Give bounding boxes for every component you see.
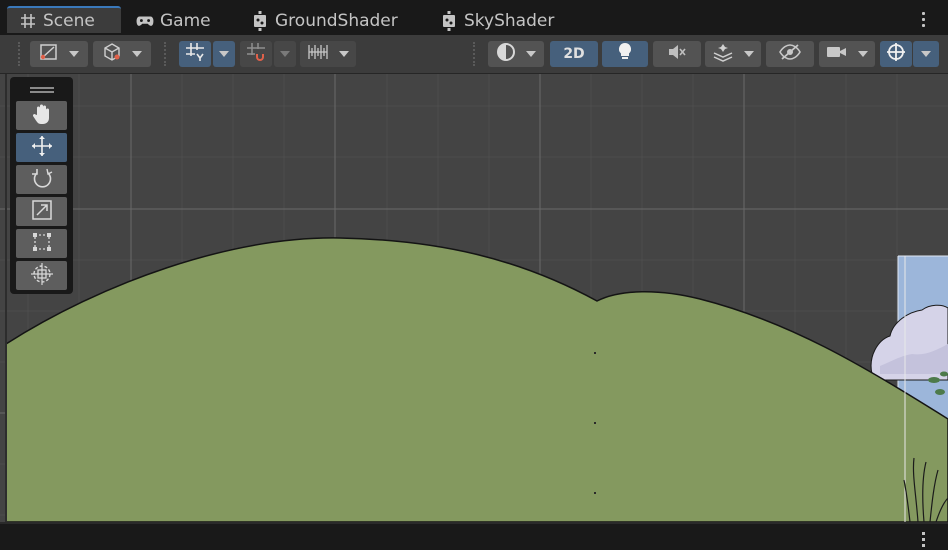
tab-game[interactable]: Game	[136, 6, 211, 35]
tab-bar: Scene Game GroundShader SkyShader	[0, 0, 948, 35]
toolbar-grip[interactable]	[164, 42, 168, 66]
scene-canvas	[0, 74, 948, 522]
tab-label: SkyShader	[464, 10, 555, 31]
gizmos-toggle[interactable]	[880, 41, 912, 67]
cloud	[870, 304, 948, 381]
chevron-down-icon	[132, 51, 142, 57]
rotate-tool[interactable]	[16, 165, 67, 194]
camera-settings-dropdown[interactable]	[819, 41, 875, 67]
hand-tool[interactable]	[16, 101, 67, 130]
drag-handle-icon[interactable]	[30, 87, 54, 89]
render-mode-dropdown[interactable]	[488, 41, 544, 67]
shader-graph-icon	[251, 10, 269, 31]
sphere-icon	[496, 42, 516, 66]
scale-icon	[31, 199, 53, 225]
tab-scene[interactable]: Scene	[7, 6, 121, 33]
cube-icon	[102, 42, 122, 66]
more-options-icon[interactable]	[922, 532, 926, 550]
mode-2d-label: 2D	[563, 46, 585, 62]
gamepad-icon	[136, 12, 154, 30]
chevron-down-icon	[339, 51, 349, 57]
shader-graph-icon	[440, 10, 458, 31]
magnet-grid-icon	[246, 42, 266, 66]
increment-snap-toggle[interactable]	[240, 41, 272, 67]
tab-skyshader[interactable]: SkyShader	[440, 6, 554, 35]
rotate-icon	[31, 167, 53, 193]
rect-transform-icon	[31, 231, 53, 257]
scene-toolbar: 2D	[0, 35, 948, 74]
chevron-down-icon	[858, 51, 868, 57]
tab-label: Scene	[43, 10, 95, 31]
grid-snap-toggle[interactable]	[179, 41, 211, 67]
rect-tool[interactable]	[16, 229, 67, 258]
transform-tool[interactable]	[16, 261, 67, 290]
snap-settings-dropdown[interactable]	[300, 41, 356, 67]
audio-muted-icon	[667, 43, 687, 65]
chevron-down-icon	[526, 51, 536, 57]
draw-mode-icon	[39, 43, 59, 65]
move-arrows-icon	[30, 134, 54, 162]
toolbar-grip[interactable]	[473, 42, 477, 66]
chevron-down-icon	[280, 51, 290, 57]
scene-viewport[interactable]	[0, 74, 948, 522]
grid-snap-dropdown[interactable]	[213, 41, 235, 67]
shading-mode-dropdown[interactable]	[93, 41, 151, 67]
chevron-down-icon	[744, 51, 754, 57]
scene-visibility-toggle[interactable]	[766, 41, 814, 67]
grid-snap-icon	[185, 42, 205, 66]
effects-dropdown[interactable]	[705, 41, 761, 67]
more-options-icon[interactable]	[922, 12, 926, 30]
tab-label: Game	[160, 10, 211, 31]
chevron-down-icon	[219, 51, 229, 57]
tool-palette	[10, 77, 73, 294]
lighting-toggle[interactable]	[602, 41, 648, 67]
tab-groundshader[interactable]: GroundShader	[251, 6, 398, 35]
transform-icon	[30, 262, 54, 290]
chevron-down-icon	[69, 51, 79, 57]
gizmo-icon	[886, 42, 906, 66]
chevron-down-icon	[921, 51, 931, 57]
mode-2d-button[interactable]: 2D	[550, 41, 598, 67]
ground-hill	[5, 237, 948, 522]
draw-mode-dropdown[interactable]	[30, 41, 88, 67]
gizmos-dropdown[interactable]	[913, 41, 939, 67]
ruler-icon	[307, 43, 329, 65]
layers-effects-icon	[712, 42, 734, 66]
lightbulb-icon	[617, 42, 633, 66]
increment-snap-dropdown[interactable]	[274, 41, 296, 67]
eye-hidden-icon	[778, 43, 802, 65]
toolbar-grip[interactable]	[18, 42, 22, 66]
move-tool[interactable]	[16, 133, 67, 162]
hand-icon	[31, 103, 53, 129]
tab-label: GroundShader	[275, 10, 398, 31]
status-bar	[0, 522, 948, 548]
scale-tool[interactable]	[16, 197, 67, 226]
camera-icon	[826, 44, 848, 64]
grid-hash-icon	[19, 12, 37, 30]
audio-toggle[interactable]	[653, 41, 701, 67]
